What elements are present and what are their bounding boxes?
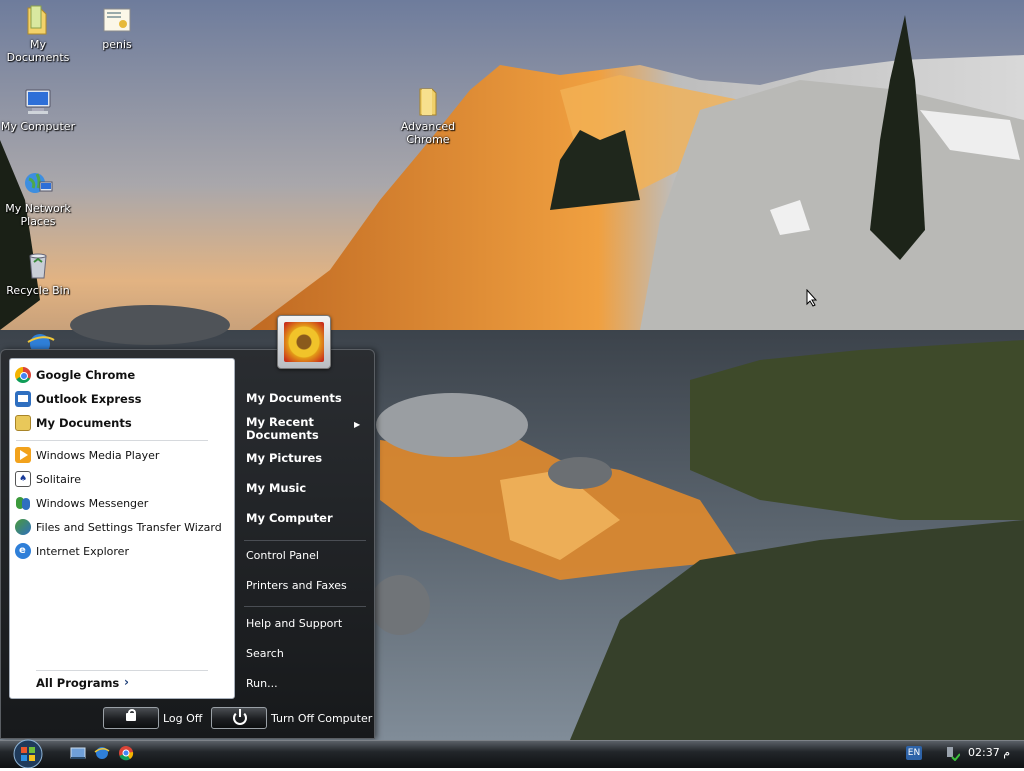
- solitaire-icon: ♠: [15, 471, 31, 487]
- show-desktop-icon[interactable]: [70, 745, 86, 761]
- mouse-cursor-icon: [806, 288, 818, 310]
- start-place-my-pictures[interactable]: My Pictures: [246, 451, 322, 465]
- desktop-icon-network-places[interactable]: My Network Places: [0, 168, 78, 228]
- desktop-icon-my-documents[interactable]: My Documents: [0, 4, 78, 64]
- start-item-label: Windows Messenger: [36, 496, 149, 510]
- start-place-my-documents[interactable]: My Documents: [246, 391, 342, 405]
- desktop-icon-label: Advanced Chrome: [400, 120, 456, 146]
- start-item-transfer-wizard[interactable]: Files and Settings Transfer Wizard: [15, 517, 222, 537]
- start-item-google-chrome[interactable]: Google Chrome: [15, 365, 135, 385]
- start-item-label: Solitaire: [36, 472, 81, 486]
- turn-off-computer-label[interactable]: Turn Off Computer: [271, 712, 372, 725]
- taskbar: [0, 740, 1024, 768]
- start-place-my-music[interactable]: My Music: [246, 481, 306, 495]
- chevron-right-icon: ›: [124, 675, 129, 689]
- menu-separator: [36, 670, 208, 671]
- start-item-outlook-express[interactable]: Outlook Express: [15, 389, 142, 409]
- log-off-button[interactable]: [103, 707, 159, 729]
- language-indicator[interactable]: EN: [906, 746, 922, 760]
- desktop-icon-recycle-bin[interactable]: Recycle Bin: [0, 250, 78, 297]
- folder-documents-icon: [15, 415, 31, 431]
- start-item-label: Internet Explorer: [36, 544, 129, 558]
- desktop-icon-label: penis: [102, 38, 132, 51]
- desktop-icon-label: Recycle Bin: [6, 284, 70, 297]
- start-item-label: Google Chrome: [36, 368, 136, 382]
- power-icon-line: [239, 709, 241, 717]
- start-help-and-support[interactable]: Help and Support: [246, 617, 342, 630]
- start-place-my-recent-documents[interactable]: My Recent Documents: [246, 416, 332, 442]
- desktop-icon-penis[interactable]: penis: [77, 4, 157, 51]
- start-item-windows-media-player[interactable]: Windows Media Player: [15, 445, 159, 465]
- outlook-express-icon: [15, 391, 31, 407]
- start-item-label: My Documents: [36, 416, 132, 430]
- start-item-label: Outlook Express: [36, 392, 142, 406]
- folder-documents-icon: [22, 4, 54, 36]
- desktop-icon-my-computer[interactable]: My Computer: [0, 86, 78, 133]
- start-search[interactable]: Search: [246, 647, 284, 660]
- internet-explorer-icon: e: [15, 543, 31, 559]
- submenu-arrow-icon: ▶: [354, 420, 361, 429]
- start-run[interactable]: Run...: [246, 677, 278, 690]
- recycle-bin-icon: [22, 250, 54, 282]
- transfer-wizard-icon: [15, 519, 31, 535]
- desktop-icon-label: My Computer: [0, 120, 76, 133]
- network-globe-icon: [22, 168, 54, 200]
- desktop-icon-advanced-chrome[interactable]: Advanced Chrome: [388, 86, 468, 146]
- lock-shackle: [128, 709, 136, 716]
- chrome-icon: [15, 367, 31, 383]
- start-item-solitaire[interactable]: ♠ Solitaire: [15, 469, 81, 489]
- start-item-windows-messenger[interactable]: Windows Messenger: [15, 493, 148, 513]
- internet-explorer-icon: [24, 330, 56, 354]
- computer-icon: [22, 86, 54, 118]
- chrome-icon[interactable]: [118, 745, 134, 761]
- desktop-icon-label: My Documents: [6, 38, 70, 64]
- turn-off-computer-button[interactable]: [211, 707, 267, 729]
- all-programs-button[interactable]: All Programs: [36, 676, 119, 690]
- messenger-icon: [15, 495, 31, 511]
- user-picture[interactable]: [277, 315, 331, 369]
- media-player-icon: [15, 447, 31, 463]
- start-item-label: Files and Settings Transfer Wizard: [36, 520, 222, 534]
- start-item-internet-explorer[interactable]: e Internet Explorer: [15, 541, 129, 561]
- taskbar-clock[interactable]: 02:37 م: [968, 746, 1010, 759]
- log-off-label[interactable]: Log Off: [163, 712, 202, 725]
- start-printers-and-faxes[interactable]: Printers and Faxes: [246, 579, 347, 592]
- start-control-panel[interactable]: Control Panel: [246, 549, 319, 562]
- start-item-label: Windows Media Player: [36, 448, 160, 462]
- internet-explorer-icon[interactable]: [94, 745, 110, 761]
- start-place-my-computer[interactable]: My Computer: [246, 511, 333, 525]
- certificate-file-icon: [101, 4, 133, 36]
- menu-separator: [244, 540, 366, 541]
- start-button[interactable]: [9, 738, 47, 769]
- folder-icon: [412, 86, 444, 118]
- windows-logo-icon: [13, 739, 43, 769]
- start-item-my-documents[interactable]: My Documents: [15, 413, 132, 433]
- menu-separator: [244, 606, 366, 607]
- desktop-icon-label: My Network Places: [5, 202, 71, 228]
- flower-avatar-icon: [284, 322, 324, 362]
- safely-remove-hardware-icon[interactable]: [944, 745, 961, 762]
- menu-separator: [16, 440, 208, 441]
